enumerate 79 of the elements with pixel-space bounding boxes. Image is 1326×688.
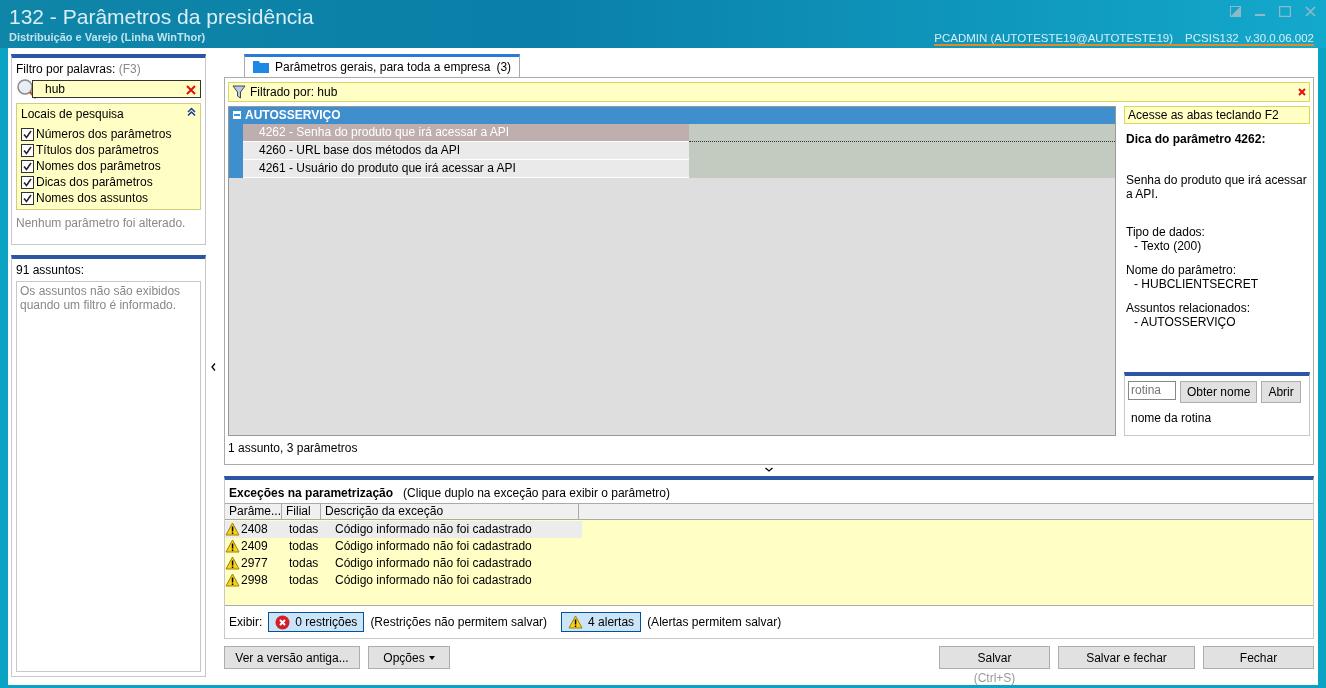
shortcut-hint: (Ctrl+S)	[973, 671, 1016, 685]
action-button[interactable]: Salvar	[939, 646, 1050, 669]
checkbox-label: Nomes dos parâmetros	[36, 159, 161, 173]
funnel-icon	[232, 84, 246, 99]
table-cell: 2998	[241, 573, 268, 588]
action-button[interactable]: Fechar	[1203, 646, 1314, 669]
routine-name: nome da rotina	[1131, 410, 1213, 425]
table-cell-text: todas	[288, 556, 320, 571]
warning-icon	[225, 556, 240, 571]
toggle-note: (Alertas permitem salvar)	[647, 615, 782, 629]
toggle-note: (Restrições não permitem salvar)	[370, 615, 548, 629]
collapse-icon[interactable]	[187, 107, 197, 116]
checkbox-label: Dicas dos parâmetros	[36, 175, 153, 189]
show-label: Exibir:	[229, 615, 263, 629]
clear-icon[interactable]	[186, 85, 197, 95]
group-header: AUTOSSERVIÇO	[245, 108, 341, 123]
action-button[interactable]: Salvar e fechar	[1058, 646, 1195, 669]
table-cell: 2409	[241, 539, 268, 554]
error-icon	[275, 614, 291, 630]
subjects-count: 91 assuntos:	[16, 263, 86, 277]
action-button[interactable]: Abrir	[1261, 380, 1301, 403]
section-note: (Clique duplo na exceção para exibir o parâmetro)	[403, 485, 670, 500]
table-cell-text: Código informado não foi cadastrado	[334, 522, 533, 537]
checkbox-label: Nomes dos assuntos	[36, 191, 149, 205]
window-subtitle: Distribuição e Varejo (Linha WinThor)	[9, 31, 206, 43]
action-button[interactable]: Obter nome	[1180, 380, 1258, 403]
table-cell-text: todas	[288, 522, 320, 537]
warning-icon	[568, 615, 584, 629]
checkbox[interactable]	[21, 191, 34, 205]
routine-field[interactable]: rotina	[1128, 380, 1176, 400]
folder-icon	[253, 60, 269, 74]
grid-summary: 1 assunto, 3 parâmetros	[228, 440, 359, 455]
table-cell: 2977	[241, 556, 268, 571]
checkbox-label: Números dos parâmetros	[36, 127, 172, 141]
module-version: PCSIS132 v.30.0.06.002	[1185, 32, 1314, 44]
warning-icon	[225, 573, 240, 588]
column-header[interactable]: Filial	[282, 503, 321, 519]
window-title: 132 - Parâmetros da presidência	[9, 5, 314, 29]
table-cell: 2408	[241, 522, 268, 537]
action-button[interactable]: Ver a versão antiga...	[224, 646, 360, 669]
hotkey-hint: (F3)	[118, 62, 141, 76]
tip-description: Senha do produto que irá acessar a API.	[1126, 172, 1308, 201]
column-header[interactable]: Descrição da exceção	[321, 503, 579, 519]
field-value: - Texto (200)	[1134, 238, 1203, 253]
checkbox[interactable]	[21, 175, 34, 189]
field-label: Nome do parâmetro:	[1126, 262, 1238, 277]
filter-toggle[interactable]: 0 restrições	[268, 612, 365, 632]
column-header[interactable]: Parâme...	[225, 503, 282, 519]
dropdown-button[interactable]: Opções	[368, 646, 450, 669]
collapse-down-icon[interactable]	[765, 466, 773, 472]
collapse-left-icon[interactable]	[210, 362, 216, 371]
field-label: Tipo de dados:	[1126, 224, 1206, 239]
field-label: Assuntos relacionados:	[1126, 300, 1252, 315]
checkbox-label: Títulos dos parâmetros	[36, 143, 159, 157]
checkbox[interactable]	[21, 143, 34, 157]
table-cell-text: todas	[288, 573, 320, 588]
clear-filter-icon[interactable]	[1298, 87, 1306, 96]
hint-text: Acesse as abas teclando F2	[1124, 105, 1310, 124]
filter-toggle[interactable]: 4 alertas	[561, 612, 642, 632]
filter-summary: Filtrado por: hub	[250, 84, 339, 99]
checkbox[interactable]	[21, 127, 34, 141]
status-text: Nenhum parâmetro foi alterado.	[16, 216, 187, 230]
table-cell-text: Código informado não foi cadastrado	[334, 539, 533, 554]
field-value: - AUTOSSERVIÇO	[1133, 314, 1237, 329]
search-field[interactable]: hub	[32, 80, 202, 98]
field-value: - HUBCLIENTSECRET	[1133, 276, 1259, 291]
empty-message: Os assuntos não são exibidos quando um filtro é informado.	[20, 284, 181, 312]
warning-icon	[225, 522, 240, 537]
tip-title: Dica do parâmetro 4262:	[1126, 131, 1267, 146]
table-cell-text: Código informado não foi cadastrado	[334, 556, 533, 571]
user-info: PCADMIN (AUTOTESTE19@AUTOTESTE19)	[934, 32, 1174, 44]
section-title: Exceções na parametrização	[229, 485, 394, 500]
checkbox[interactable]	[21, 159, 34, 173]
tab[interactable]: Parâmetros gerais, para toda a empresa (3)	[244, 54, 521, 77]
table-cell-text: todas	[288, 539, 320, 554]
table-cell-text: Código informado não foi cadastrado	[334, 573, 533, 588]
section-title: Locais de pesquisa	[21, 107, 124, 121]
warning-icon	[225, 539, 240, 554]
filter-label: Filtro por palavras:	[16, 62, 116, 76]
